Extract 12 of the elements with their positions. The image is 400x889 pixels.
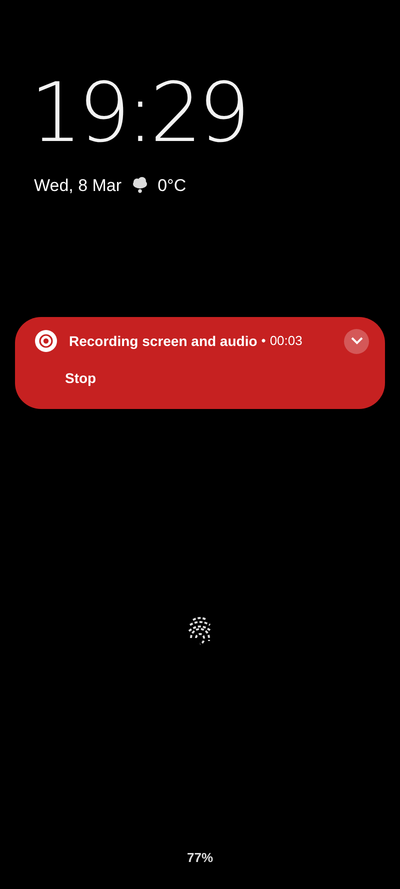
notification-title: Recording screen and audio [69,332,258,351]
stop-button[interactable]: Stop [65,368,96,388]
temperature-text: 0°C [158,175,186,197]
separator-dot: • [261,332,266,350]
clock-time: 19:29 [30,73,248,155]
elapsed-time: 00:03 [270,332,302,350]
battery-percent: 77% [186,848,214,866]
chevron-down-icon [350,337,362,345]
fingerprint-icon[interactable] [187,616,213,646]
date-text: Wed, 8 Mar [34,175,122,197]
record-icon [35,330,57,352]
expand-button[interactable] [344,328,369,354]
